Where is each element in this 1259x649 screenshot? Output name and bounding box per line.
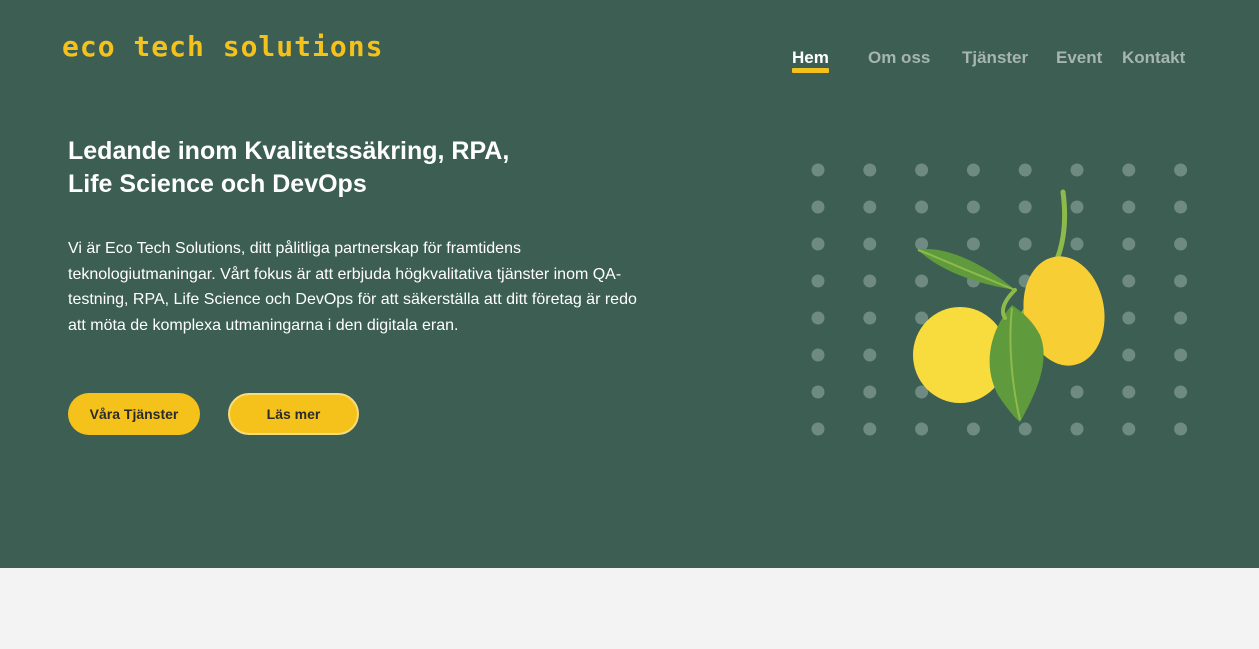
- grid-dot: [1122, 237, 1136, 251]
- grid-dot: [811, 237, 825, 251]
- grid-dot: [966, 200, 980, 214]
- grid-dot: [1122, 422, 1136, 436]
- lemon-illustration-svg: [811, 163, 1188, 436]
- grid-dot: [1122, 311, 1136, 325]
- grid-dot: [1070, 163, 1084, 177]
- hero-headline-line1: Ledande inom Kvalitetssäkring, RPA,: [68, 137, 510, 165]
- grid-dot: [811, 311, 825, 325]
- grid-dot: [1070, 237, 1084, 251]
- grid-dot: [1174, 274, 1188, 288]
- grid-dot: [915, 237, 929, 251]
- grid-dot: [915, 200, 929, 214]
- next-section: [0, 568, 1259, 649]
- grid-dot: [1174, 348, 1188, 362]
- grid-dot: [1174, 237, 1188, 251]
- grid-dot: [1018, 163, 1032, 177]
- nav-item-event[interactable]: Event: [1056, 48, 1102, 68]
- grid-dot: [1174, 163, 1188, 177]
- grid-dot: [811, 163, 825, 177]
- grid-dot: [811, 348, 825, 362]
- leaf-left-vein: [917, 249, 1016, 291]
- read-more-button[interactable]: Läs mer: [228, 393, 359, 435]
- grid-dot: [863, 200, 877, 214]
- grid-dot: [966, 237, 980, 251]
- grid-dot: [1122, 385, 1136, 399]
- lemon-branch-icon: [800, 150, 1200, 450]
- grid-dot: [863, 274, 877, 288]
- grid-dot: [863, 385, 877, 399]
- grid-dot: [1174, 200, 1188, 214]
- grid-dot: [863, 237, 877, 251]
- nav-item-tjanster[interactable]: Tjänster: [962, 48, 1028, 68]
- grid-dot: [811, 422, 825, 436]
- grid-dot: [1070, 200, 1084, 214]
- grid-dot: [915, 274, 929, 288]
- grid-dot: [811, 385, 825, 399]
- grid-dot: [1122, 348, 1136, 362]
- grid-dot: [1122, 274, 1136, 288]
- grid-dot: [1070, 422, 1084, 436]
- grid-dot: [966, 422, 980, 436]
- nav-item-om-oss[interactable]: Om oss: [868, 48, 930, 68]
- grid-dot: [966, 163, 980, 177]
- grid-dot: [863, 348, 877, 362]
- grid-dot: [1122, 163, 1136, 177]
- hero-headline: Ledande inom Kvalitetssäkring, RPA, Life…: [68, 135, 628, 201]
- grid-dot: [1070, 385, 1084, 399]
- hero-intro-text: Vi är Eco Tech Solutions, ditt pålitliga…: [68, 240, 637, 334]
- grid-dot: [1018, 422, 1032, 436]
- hero-section: eco tech solutions Hem Om oss Tjänster E…: [0, 0, 1259, 568]
- grid-dot: [915, 163, 929, 177]
- grid-dot: [1018, 237, 1032, 251]
- brand-logo[interactable]: eco tech solutions: [62, 30, 383, 63]
- nav-item-kontakt[interactable]: Kontakt: [1122, 48, 1185, 68]
- grid-dot: [1018, 200, 1032, 214]
- grid-dot: [915, 422, 929, 436]
- grid-dot: [1174, 385, 1188, 399]
- services-button[interactable]: Våra Tjänster: [68, 393, 200, 435]
- nav-item-hem[interactable]: Hem: [792, 48, 829, 73]
- hero-headline-line2: Life Science och DevOps: [68, 170, 367, 198]
- grid-dot: [863, 311, 877, 325]
- grid-dot: [863, 163, 877, 177]
- grid-dot: [1174, 311, 1188, 325]
- grid-dot: [863, 422, 877, 436]
- grid-dot: [811, 200, 825, 214]
- grid-dot: [811, 274, 825, 288]
- grid-dot: [1174, 422, 1188, 436]
- grid-dot: [1122, 200, 1136, 214]
